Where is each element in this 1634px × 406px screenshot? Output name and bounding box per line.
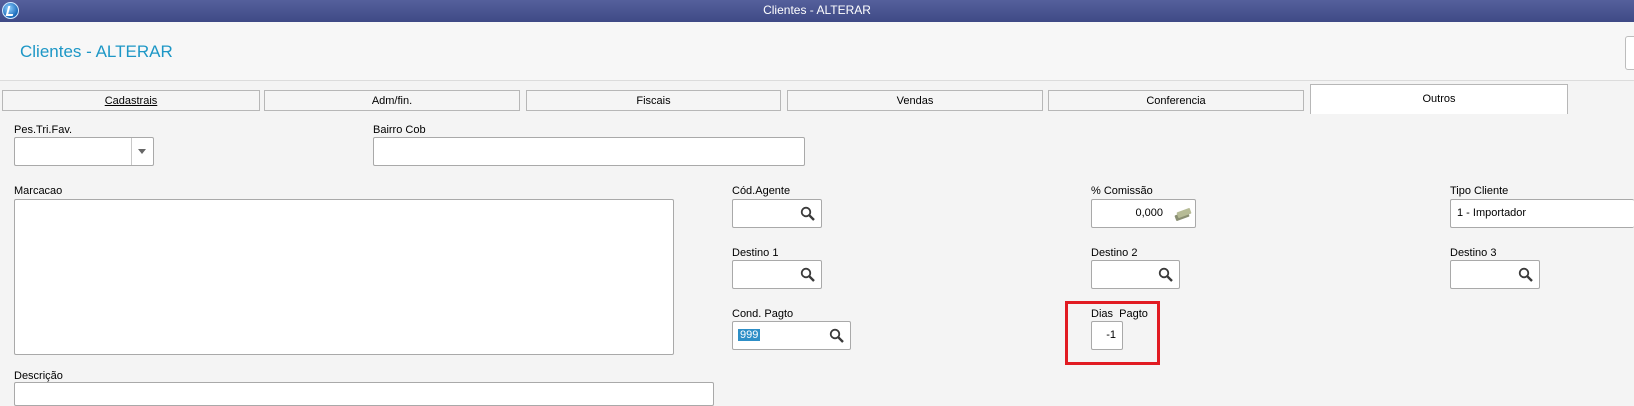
destino2-label: Destino 2: [1091, 247, 1138, 259]
search-icon[interactable]: [800, 267, 816, 283]
tab-outros[interactable]: Outros: [1310, 84, 1568, 114]
pes-tri-fav-select[interactable]: [14, 137, 154, 166]
search-icon[interactable]: [1158, 267, 1174, 283]
chevron-down-icon[interactable]: [131, 138, 153, 165]
descricao-label: Descrição: [14, 370, 63, 382]
bairro-cob-label: Bairro Cob: [373, 124, 426, 136]
page-title: Clientes - ALTERAR: [20, 42, 173, 61]
page-header: Clientes - ALTERAR: [0, 22, 1634, 81]
marcacao-textarea[interactable]: [14, 199, 674, 355]
highlight-box: [1065, 301, 1160, 365]
marcacao-label: Marcacao: [14, 185, 63, 197]
search-icon[interactable]: [1518, 267, 1534, 283]
tipo-cliente-label: Tipo Cliente: [1450, 185, 1509, 197]
destino2-input[interactable]: [1091, 260, 1180, 289]
comissao-input[interactable]: 0,000: [1091, 199, 1196, 228]
header-action-button[interactable]: [1625, 36, 1634, 70]
comissao-label: % Comissão: [1091, 185, 1153, 197]
window-titlebar: Clientes - ALTERAR: [0, 0, 1634, 22]
cond-pagto-label: Cond. Pagto: [732, 308, 794, 320]
search-icon[interactable]: [800, 206, 816, 222]
bairro-cob-input[interactable]: [373, 137, 805, 166]
tab-cadastrais[interactable]: Cadastrais: [2, 90, 260, 111]
tab-adm-fin[interactable]: Adm/fin.: [264, 90, 520, 111]
tab-vendas[interactable]: Vendas: [787, 90, 1043, 111]
pes-tri-fav-label: Pes.Tri.Fav.: [14, 124, 73, 136]
tab-conferencia[interactable]: Conferencia: [1048, 90, 1304, 111]
cond-pagto-input[interactable]: 999: [732, 321, 851, 350]
coin-icon[interactable]: [1174, 207, 1192, 221]
cod-agente-input[interactable]: [732, 199, 822, 228]
window-title: Clientes - ALTERAR: [763, 3, 871, 17]
destino3-input[interactable]: [1450, 260, 1540, 289]
cod-agente-label: Cód.Agente: [732, 185, 791, 197]
tipo-cliente-select[interactable]: 1 - Importador: [1450, 199, 1634, 228]
destino1-input[interactable]: [732, 260, 822, 289]
destino1-label: Destino 1: [732, 247, 779, 259]
descricao-input[interactable]: [14, 382, 714, 406]
destino3-label: Destino 3: [1450, 247, 1497, 259]
search-icon[interactable]: [829, 328, 845, 344]
tab-fiscais[interactable]: Fiscais: [526, 90, 781, 111]
